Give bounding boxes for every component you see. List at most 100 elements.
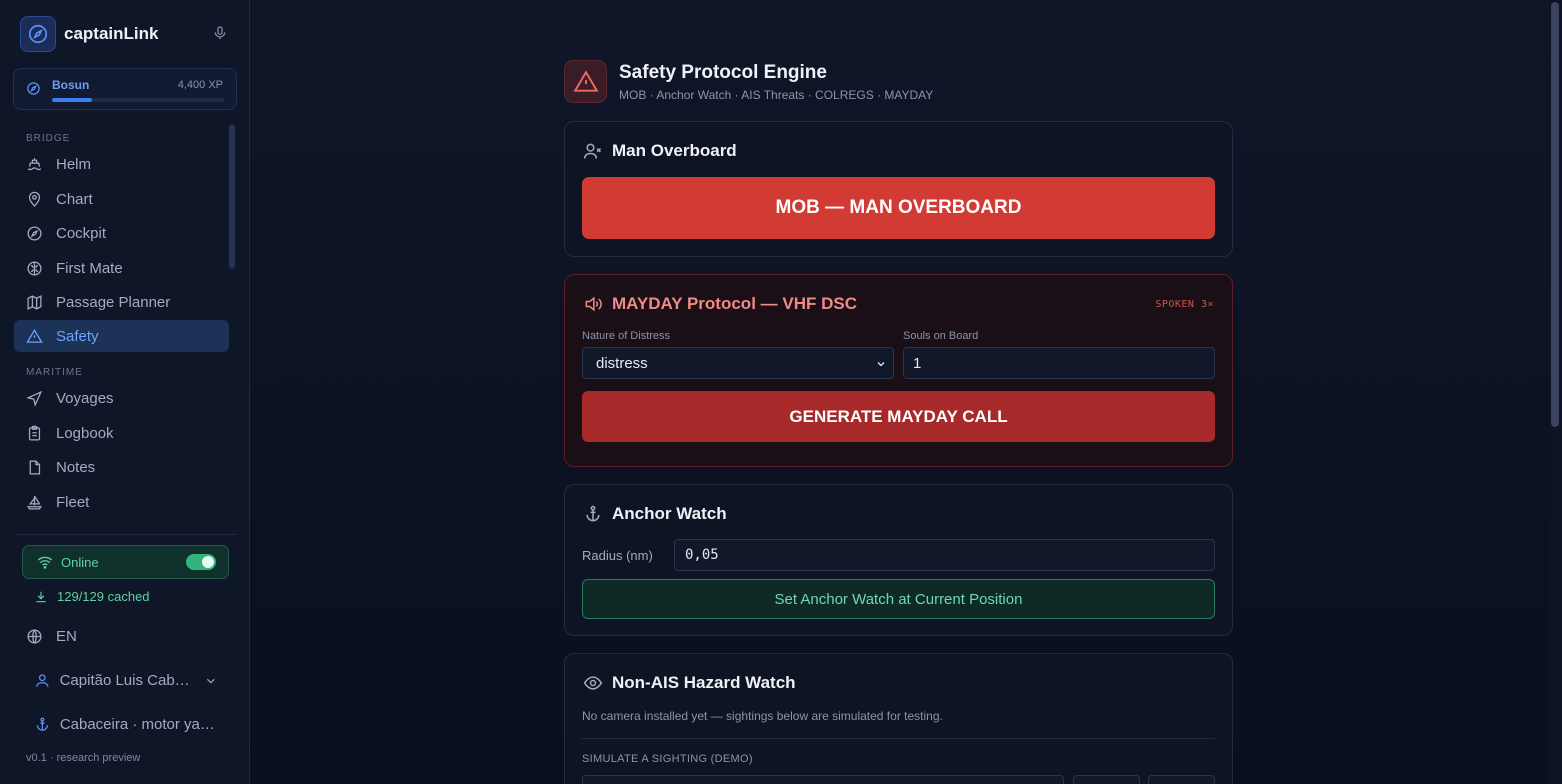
hazard-title-text: Non-AIS Hazard Watch — [612, 673, 796, 692]
compass-icon — [27, 225, 42, 241]
sidebar-item-cockpit[interactable]: Cockpit — [14, 217, 229, 249]
microphone-icon[interactable] — [212, 24, 228, 42]
sidebar-item-notes[interactable]: Notes — [14, 451, 229, 483]
cache-status: 129/129 cached — [34, 589, 150, 604]
generate-mayday-button[interactable]: GENERATE MAYDAY CALL — [582, 391, 1215, 442]
brain-icon — [27, 260, 42, 276]
rank-progress-bar — [52, 98, 224, 102]
anchor-title: Anchor Watch — [583, 504, 727, 524]
page-title: Safety Protocol Engine — [619, 62, 827, 83]
sidebar-item-label: Safety — [56, 327, 99, 345]
chevron-down-icon — [877, 362, 885, 367]
radius-label: Radius (nm) — [582, 548, 653, 563]
warning-icon — [564, 60, 607, 103]
clipboard-icon — [28, 425, 41, 441]
anchor-card: Anchor Watch Radius (nm) 0,05 Set Anchor… — [564, 484, 1233, 636]
compass-logo-icon — [20, 16, 56, 52]
anchor-title-text: Anchor Watch — [612, 504, 727, 523]
language-selector[interactable]: EN — [26, 628, 77, 645]
online-status[interactable]: Online — [22, 545, 229, 579]
globe-icon — [27, 629, 42, 644]
sidebar-item-passage-planner[interactable]: Passage Planner — [14, 286, 229, 318]
user-x-icon — [583, 143, 602, 159]
sighting-type-select[interactable] — [582, 775, 1064, 784]
sidebar-divider — [14, 534, 237, 535]
map-icon — [27, 294, 42, 310]
chevron-down-icon — [207, 678, 215, 684]
navigation-icon — [26, 390, 43, 407]
section-label-maritime: MARITIME — [26, 367, 83, 378]
user-icon — [36, 674, 49, 687]
hazard-note: No camera installed yet — sightings belo… — [582, 709, 943, 723]
sidebar-scrollbar[interactable] — [229, 124, 235, 269]
eye-icon — [583, 676, 603, 690]
rank-card[interactable]: Bosun 4,400 XP — [13, 68, 237, 110]
download-icon — [36, 591, 46, 602]
sidebar-item-label: Notes — [56, 458, 96, 476]
main-scrollbar-thumb[interactable] — [1551, 2, 1559, 427]
souls-label: Souls on Board — [903, 330, 979, 342]
nature-select[interactable]: distress — [582, 347, 894, 379]
sidebar-item-fleet[interactable]: Fleet — [14, 486, 229, 518]
vessel-selector[interactable]: Cabaceira · motor yacht — [34, 716, 218, 733]
mob-card: Man Overboard MOB — MAN OVERBOARD — [564, 121, 1233, 257]
brand[interactable]: captainLink — [20, 16, 158, 52]
set-anchor-watch-button[interactable]: Set Anchor Watch at Current Position — [582, 579, 1215, 619]
hazard-card: Non-AIS Hazard Watch No camera installed… — [564, 653, 1233, 784]
hazard-divider — [582, 738, 1215, 739]
hazard-title: Non-AIS Hazard Watch — [583, 673, 796, 693]
mayday-title: MAYDAY Protocol — VHF DSC — [583, 294, 857, 314]
compass-icon — [26, 81, 41, 101]
warning-icon — [26, 328, 43, 343]
section-label-bridge: BRIDGE — [26, 133, 71, 144]
sidebar-item-label: Voyages — [56, 389, 114, 407]
rank-xp: 4,400 XP — [177, 79, 223, 91]
sidebar-item-label: Chart — [56, 190, 93, 208]
sighting-bearing-input[interactable] — [1073, 775, 1140, 784]
helm-icon — [27, 157, 42, 170]
online-label: Online — [61, 554, 99, 570]
map-pin-icon — [28, 191, 41, 207]
anchor-icon — [586, 505, 600, 522]
radius-input[interactable]: 0,05 — [674, 539, 1215, 571]
sighting-range-input[interactable] — [1148, 775, 1215, 784]
file-icon — [29, 459, 41, 475]
online-toggle[interactable] — [186, 554, 216, 570]
page-subtitle: MOB · Anchor Watch · AIS Threats · COLRE… — [619, 88, 934, 102]
rank-progress-fill — [52, 98, 92, 102]
nature-value: distress — [596, 354, 648, 372]
sailboat-icon — [26, 495, 43, 510]
mayday-title-text: MAYDAY Protocol — VHF DSC — [612, 294, 857, 313]
cache-label: 129/129 cached — [57, 589, 150, 604]
anchor-icon — [36, 717, 48, 731]
sidebar-item-label: Passage Planner — [56, 293, 171, 311]
mob-title-text: Man Overboard — [612, 141, 737, 160]
app-name: captainLink — [64, 24, 159, 43]
speaker-icon — [585, 296, 602, 312]
radius-value: 0,05 — [685, 547, 719, 563]
vessel-name: Cabaceira · motor yacht — [59, 716, 218, 733]
sidebar-item-helm[interactable]: Helm — [14, 148, 229, 180]
souls-input[interactable]: 1 — [903, 347, 1215, 379]
user-menu[interactable]: Capitão Luis Cabaceira — [34, 672, 218, 689]
wifi-icon — [37, 556, 53, 569]
sidebar-item-logbook[interactable]: Logbook — [14, 417, 229, 449]
sidebar-item-first-mate[interactable]: First Mate — [14, 252, 229, 284]
sidebar-item-safety[interactable]: Safety — [14, 320, 229, 352]
sidebar: captainLink Bosun 4,400 XP BRIDGE Helm C… — [0, 0, 250, 784]
user-name: Capitão Luis Cabaceira — [59, 672, 191, 689]
sidebar-item-voyages[interactable]: Voyages — [14, 382, 229, 414]
sidebar-item-label: First Mate — [56, 259, 123, 277]
sidebar-item-label: Cockpit — [56, 224, 107, 242]
souls-value: 1 — [913, 354, 922, 372]
mob-button[interactable]: MOB — MAN OVERBOARD — [582, 177, 1215, 239]
sidebar-item-label: Fleet — [56, 493, 90, 511]
spoken-badge: SPOKEN 3× — [1155, 299, 1214, 310]
simulate-label: SIMULATE A SIGHTING (DEMO) — [582, 753, 753, 765]
mayday-card: MAYDAY Protocol — VHF DSC SPOKEN 3× Natu… — [564, 274, 1233, 467]
sidebar-item-chart[interactable]: Chart — [14, 183, 229, 215]
sidebar-item-label: Logbook — [56, 424, 114, 442]
version-label: v0.1 · research preview — [26, 752, 141, 764]
language-label: EN — [56, 628, 77, 645]
rank-name: Bosun — [52, 78, 90, 92]
